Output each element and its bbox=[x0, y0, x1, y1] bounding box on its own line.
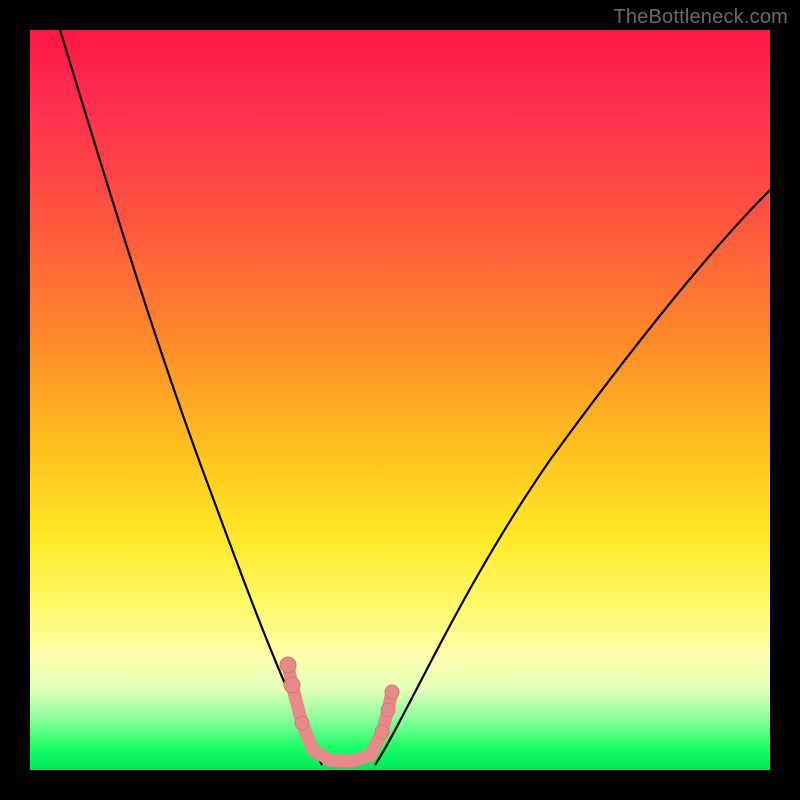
marker-dot bbox=[280, 657, 296, 673]
marker-dot bbox=[295, 716, 309, 730]
plot-area bbox=[30, 30, 770, 770]
marker-dot bbox=[284, 677, 300, 693]
marker-connector bbox=[288, 665, 392, 761]
left-curve bbox=[60, 30, 322, 765]
marker-dot bbox=[385, 685, 399, 699]
marker-dot bbox=[375, 725, 389, 739]
marker-dot bbox=[381, 703, 395, 717]
curves-layer bbox=[30, 30, 770, 770]
right-curve bbox=[375, 190, 770, 765]
watermark-text: TheBottleneck.com bbox=[613, 6, 788, 29]
chart-frame: TheBottleneck.com bbox=[0, 0, 800, 800]
